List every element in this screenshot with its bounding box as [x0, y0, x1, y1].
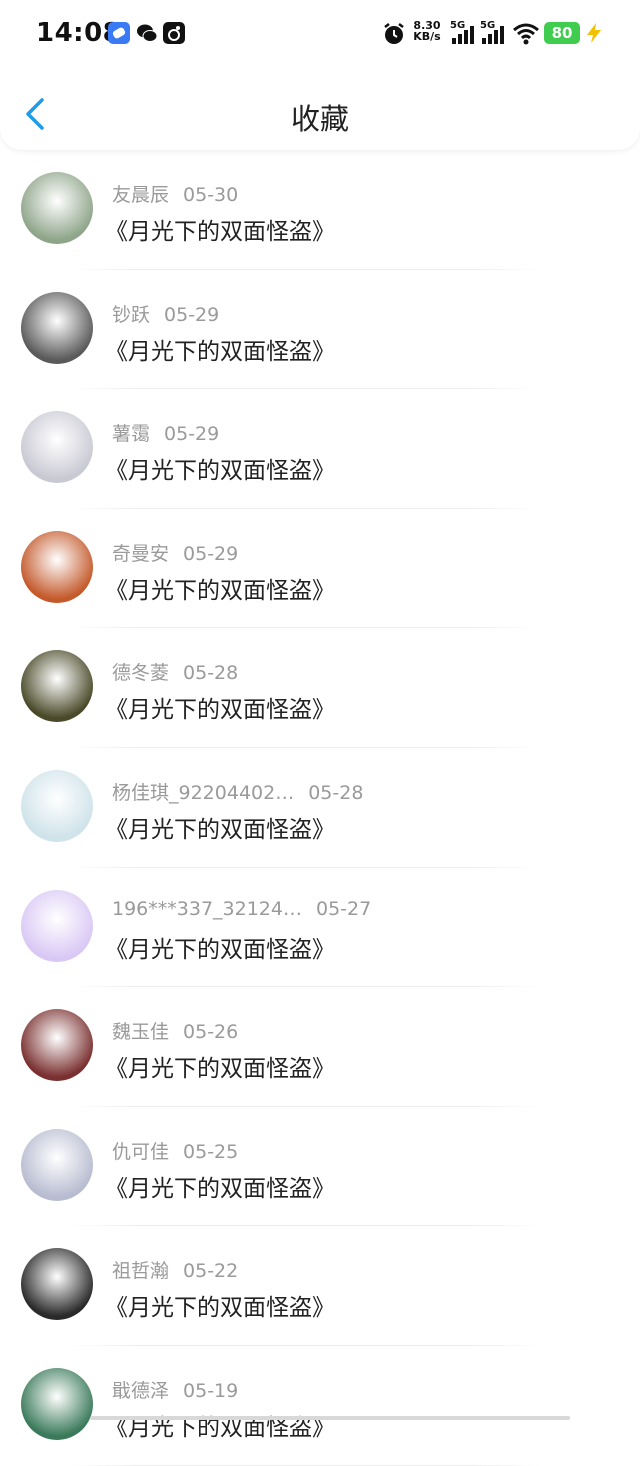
app-notification-icon	[108, 22, 130, 44]
list-item[interactable]: 钞跃 05-29 《月光下的双面怪盗》	[0, 270, 640, 390]
item-date: 05-27	[315, 897, 372, 920]
list-item[interactable]: 戢德泽 05-19 《月光下的双面怪盗》	[0, 1346, 640, 1466]
item-title[interactable]: 《月光下的双面怪盗》	[105, 1049, 335, 1083]
item-meta: 仇可佳 05-25	[112, 1137, 238, 1164]
signal-strength-icon: 5G	[450, 20, 478, 46]
item-title[interactable]: 《月光下的双面怪盗》	[105, 451, 335, 485]
avatar[interactable]	[21, 530, 93, 603]
item-meta: 戢德泽 05-19	[112, 1376, 238, 1403]
status-bar: 14:08 8.30 KB/s 5G 5G 80	[0, 0, 640, 66]
list-item[interactable]: 魏玉佳 05-26 《月光下的双面怪盗》	[0, 987, 640, 1107]
app-notification-icon-2	[163, 22, 185, 44]
list-item[interactable]: 196***337_32124… 05-27 《月光下的双面怪盗》	[0, 868, 640, 988]
item-meta: 钞跃 05-29	[112, 300, 219, 327]
item-meta: 杨佳琪_92204402… 05-28	[112, 778, 363, 805]
item-meta: 196***337_32124… 05-27	[112, 898, 371, 920]
user-name: 钞跃	[112, 303, 151, 326]
item-date: 05-30	[183, 184, 239, 206]
item-meta: 友晨辰 05-30	[112, 180, 238, 207]
item-date: 05-25	[183, 1140, 239, 1163]
item-date: 05-28	[308, 781, 364, 804]
item-meta: 祖哲瀚 05-22	[112, 1256, 238, 1283]
avatar[interactable]	[21, 291, 93, 364]
item-date: 05-29	[183, 542, 239, 565]
user-name: 戢德泽	[112, 1379, 170, 1402]
item-meta: 德冬菱 05-28	[112, 658, 238, 685]
avatar[interactable]	[21, 769, 93, 842]
list-item[interactable]: 仇可佳 05-25 《月光下的双面怪盗》	[0, 1107, 640, 1227]
avatar[interactable]	[21, 650, 93, 723]
item-meta: 魏玉佳 05-26	[112, 1017, 238, 1044]
network-speed: 8.30 KB/s	[413, 19, 441, 43]
wechat-icon	[136, 22, 158, 44]
user-name: 薯霭	[112, 423, 151, 446]
avatar[interactable]	[21, 411, 93, 484]
charging-icon	[584, 22, 604, 44]
item-title[interactable]: 《月光下的双面怪盗》	[105, 332, 335, 366]
list-item[interactable]: 祖哲瀚 05-22 《月光下的双面怪盗》	[0, 1226, 640, 1346]
item-title[interactable]: 《月光下的双面怪盗》	[105, 212, 335, 246]
user-name: 魏玉佳	[112, 1021, 170, 1044]
top-bar: 14:08 8.30 KB/s 5G 5G 80 收藏	[0, 0, 640, 150]
list-item[interactable]: 德冬菱 05-28 《月光下的双面怪盗》	[0, 628, 640, 748]
item-date: 05-29	[164, 303, 220, 326]
item-date: 05-29	[164, 423, 220, 446]
user-name: 德冬菱	[112, 662, 170, 685]
list-item[interactable]: 薯霭 05-29 《月光下的双面怪盗》	[0, 389, 640, 509]
battery-indicator: 80	[544, 22, 580, 44]
user-name: 196***337_32124…	[112, 897, 302, 920]
item-date: 05-26	[183, 1021, 239, 1044]
avatar[interactable]	[21, 1009, 93, 1082]
item-date: 05-28	[183, 662, 239, 685]
page-title: 收藏	[290, 102, 349, 136]
wifi-icon	[512, 22, 540, 46]
list-item[interactable]: 杨佳琪_92204402… 05-28 《月光下的双面怪盗》	[0, 748, 640, 868]
item-title[interactable]: 《月光下的双面怪盗》	[105, 930, 335, 964]
item-meta: 奇曼安 05-29	[112, 539, 238, 566]
user-name: 杨佳琪_92204402…	[112, 781, 295, 804]
item-title[interactable]: 《月光下的双面怪盗》	[105, 810, 335, 844]
item-title[interactable]: 《月光下的双面怪盗》	[105, 571, 335, 605]
avatar[interactable]	[21, 889, 93, 962]
home-indicator[interactable]	[90, 1416, 570, 1420]
favorites-list: 友晨辰 05-30 《月光下的双面怪盗》 钞跃 05-29 《月光下的双面怪盗》 薯霭 05-…	[0, 150, 640, 1466]
user-name: 仇可佳	[112, 1140, 170, 1163]
item-date: 05-19	[183, 1379, 239, 1402]
item-title[interactable]: 《月光下的双面怪盗》	[105, 1288, 335, 1322]
item-date: 05-22	[183, 1260, 239, 1283]
divider	[70, 1464, 540, 1466]
user-name: 友晨辰	[112, 184, 170, 206]
nav-bar: 收藏	[0, 80, 640, 150]
item-title[interactable]: 《月光下的双面怪盗》	[105, 1169, 335, 1203]
user-name: 祖哲瀚	[112, 1260, 170, 1283]
avatar[interactable]	[21, 172, 93, 244]
signal-strength-icon-2: 5G	[480, 20, 508, 46]
list-item[interactable]: 友晨辰 05-30 《月光下的双面怪盗》	[0, 150, 640, 270]
item-meta: 薯霭 05-29	[112, 419, 219, 446]
item-title[interactable]: 《月光下的双面怪盗》	[105, 1408, 335, 1442]
user-name: 奇曼安	[112, 542, 170, 565]
avatar[interactable]	[21, 1128, 93, 1201]
item-title[interactable]: 《月光下的双面怪盗》	[105, 690, 335, 724]
avatar[interactable]	[21, 1367, 93, 1440]
alarm-icon	[382, 22, 406, 46]
list-item[interactable]: 奇曼安 05-29 《月光下的双面怪盗》	[0, 509, 640, 629]
avatar[interactable]	[21, 1248, 93, 1321]
